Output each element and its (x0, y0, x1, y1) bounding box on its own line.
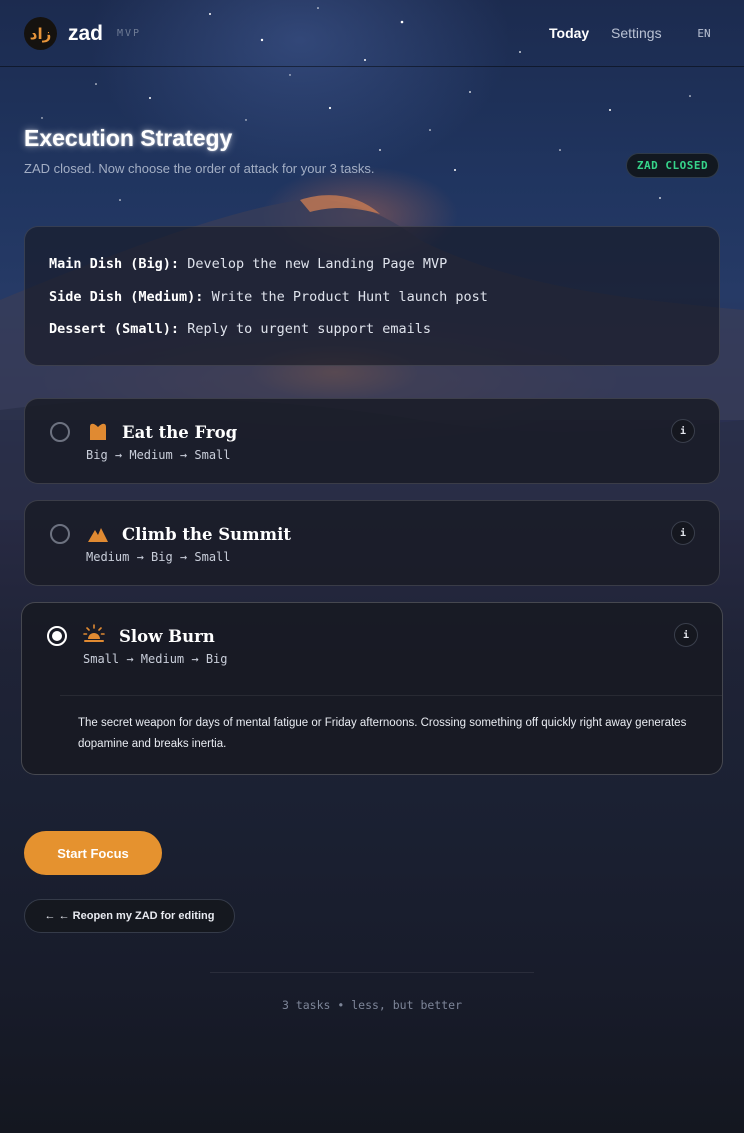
logo[interactable]: ﺯﺍﺩ (24, 17, 57, 50)
strategy-order: Medium → Big → Small (86, 550, 231, 564)
strategy-title: Eat the Frog (122, 423, 238, 442)
frog-icon (90, 423, 106, 440)
nav-today[interactable]: Today (549, 25, 589, 41)
strategy-title: Climb the Summit (122, 525, 291, 544)
summary-side-value: Write the Product Hunt launch post (211, 288, 488, 305)
sunrise-icon (83, 624, 105, 642)
strategy-option-slow-burn[interactable]: Slow Burn Small → Medium → Big i The sec… (21, 602, 723, 775)
strategy-radio[interactable] (50, 524, 70, 544)
summary-main-value: Develop the new Landing Page MVP (187, 256, 448, 272)
strategy-radio-selected[interactable] (47, 626, 67, 646)
strategy-description: The secret weapon for days of mental fat… (78, 717, 687, 750)
strategy-option-eat-the-frog[interactable]: Eat the Frog Big → Medium → Small i (24, 398, 720, 484)
divider (60, 695, 722, 696)
nav-settings[interactable]: Settings (611, 25, 662, 41)
summary-dessert-label: Dessert (Small): (49, 321, 180, 337)
task-summary-card: Main Dish (Big): Develop the new Landing… (24, 226, 720, 366)
footer-tagline: 3 tasks • less, but better (281, 998, 462, 1012)
page-subtitle: ZAD closed. Now choose the order of atta… (24, 161, 375, 176)
language-switch[interactable]: EN (684, 20, 724, 46)
logo-text: ﺯﺍﺩ (29, 24, 52, 43)
strategy-order: Small → Medium → Big (83, 652, 228, 666)
status-badge: ZAD CLOSED (626, 153, 719, 178)
summary-main: Main Dish (Big): Develop the new Landing… (49, 256, 695, 289)
summary-main-label: Main Dish (Big): (49, 256, 180, 272)
summary-dessert: Dessert (Small): Reply to urgent support… (49, 321, 695, 354)
page-title: Execution Strategy (24, 125, 233, 151)
app-header: ﺯﺍﺩ zad MVP Today Settings EN (0, 0, 744, 67)
mountain-icon (88, 528, 108, 542)
strategy-radio[interactable] (50, 422, 70, 442)
summary-side-label: Side Dish (Medium): (49, 288, 204, 305)
info-button[interactable]: i (674, 623, 698, 647)
start-focus-button[interactable]: Start Focus (24, 831, 162, 875)
info-button[interactable]: i (671, 419, 695, 443)
summary-dessert-value: Reply to urgent support emails (187, 321, 432, 337)
info-button[interactable]: i (671, 521, 695, 545)
summary-side: Side Dish (Medium): Write the Product Hu… (49, 289, 695, 322)
strategy-title: Slow Burn (119, 627, 215, 646)
reopen-zad-button[interactable]: ← ← Reopen my ZAD for editing (24, 899, 235, 933)
brand-name[interactable]: zad (68, 22, 103, 46)
mvp-tag: MVP (117, 28, 142, 39)
footer-divider (210, 972, 534, 973)
strategy-order: Big → Medium → Small (86, 448, 231, 462)
strategy-option-climb-the-summit[interactable]: Climb the Summit Medium → Big → Small i (24, 500, 720, 586)
